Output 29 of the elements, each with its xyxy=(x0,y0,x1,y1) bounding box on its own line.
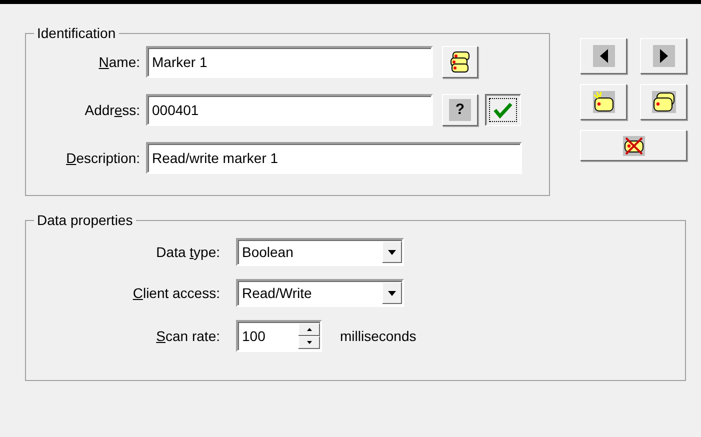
text-field[interactable]: Marker 1 xyxy=(146,46,433,78)
dropdown[interactable]: Boolean xyxy=(236,238,404,266)
text-field[interactable]: Read/write marker 1 xyxy=(146,142,522,174)
field-label: Address: xyxy=(84,100,140,120)
number-field[interactable]: 100 xyxy=(236,320,322,352)
tags-icon xyxy=(449,50,471,74)
delete-tag-icon xyxy=(622,136,644,156)
field-label: Scan rate: xyxy=(156,326,220,346)
field-label: Data type: xyxy=(156,242,220,262)
spinner-icon[interactable] xyxy=(298,323,320,349)
tags-button[interactable] xyxy=(442,46,478,78)
check-icon xyxy=(492,101,514,119)
left-arrow-button[interactable] xyxy=(580,38,627,74)
new-tag-button[interactable] xyxy=(580,84,627,120)
text-field[interactable]: 000401 xyxy=(146,94,433,126)
field-label: Client access: xyxy=(132,284,220,302)
check-button[interactable] xyxy=(485,94,521,126)
new-tag-icon xyxy=(592,91,614,113)
dropdown[interactable]: Read/Write xyxy=(236,279,404,307)
delete-tag-button[interactable] xyxy=(580,130,687,161)
field-label: Description: xyxy=(66,148,140,168)
unit-label: milliseconds xyxy=(340,326,416,346)
help-button[interactable]: ? xyxy=(442,94,478,126)
field-label: Name: xyxy=(98,52,140,72)
group-title: Data properties xyxy=(36,213,134,227)
group-title: Identification xyxy=(36,26,117,40)
right-arrow-button[interactable] xyxy=(640,38,687,74)
tags-icon xyxy=(652,91,676,113)
tags-button[interactable] xyxy=(640,84,687,120)
